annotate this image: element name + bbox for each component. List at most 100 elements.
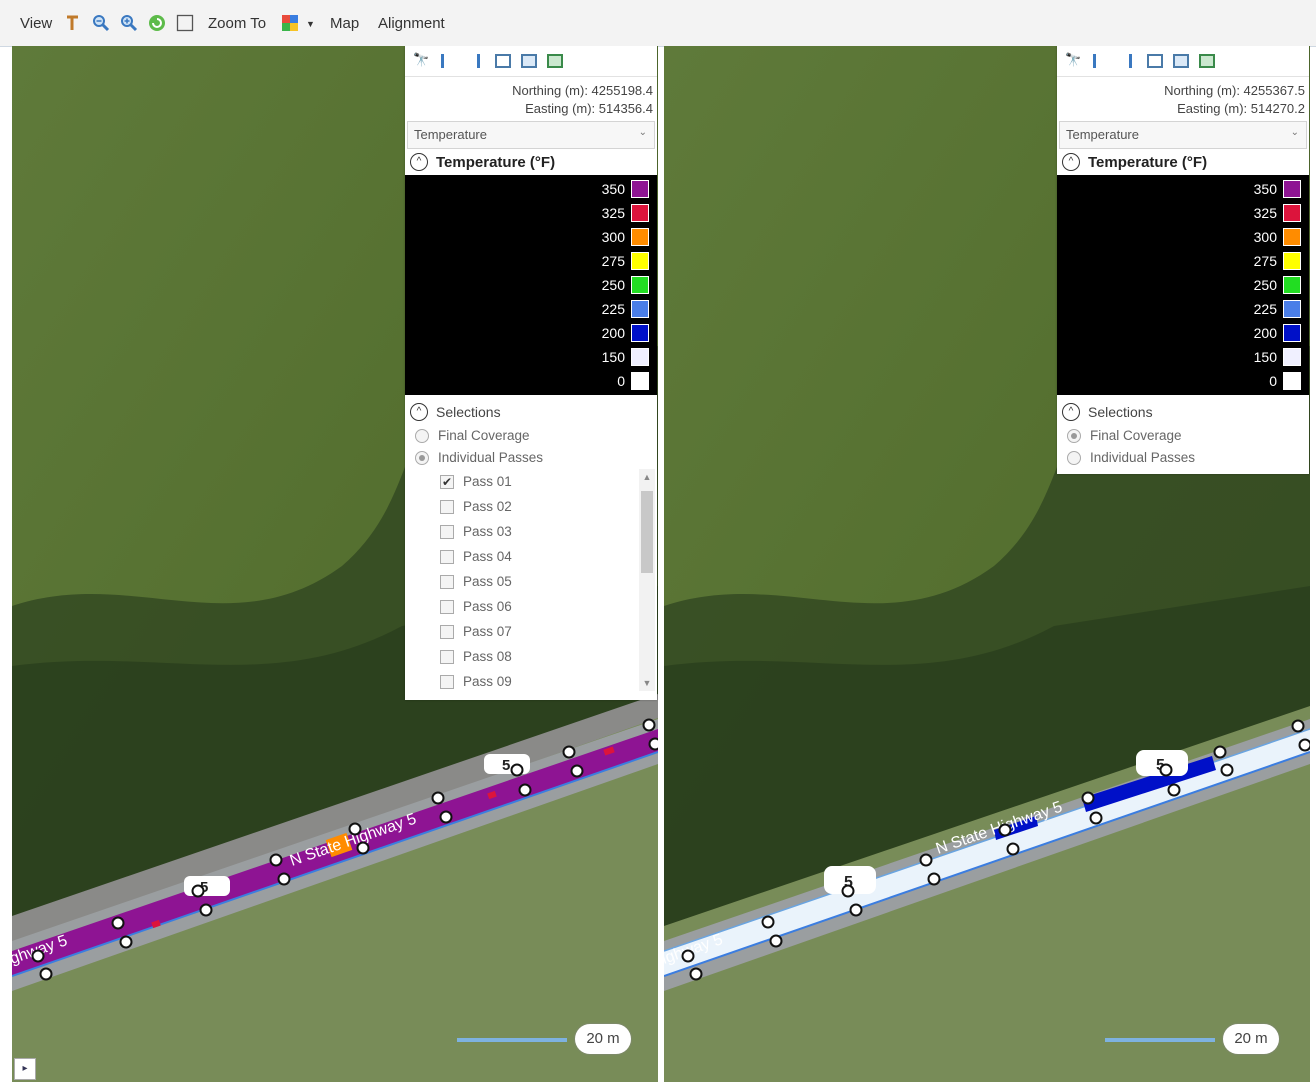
- layer-dropdown[interactable]: Temperature ⌄: [1059, 121, 1307, 149]
- checkbox[interactable]: [440, 575, 454, 589]
- legend-swatch: [631, 252, 649, 270]
- legend-entry: 300: [1185, 227, 1305, 247]
- legend-entry: 300: [533, 227, 653, 247]
- export-icon[interactable]: [1199, 54, 1215, 68]
- collapse-icon[interactable]: ^: [1062, 153, 1080, 171]
- pass-item[interactable]: Pass 03: [438, 521, 618, 546]
- expand-corner-button[interactable]: ▸: [14, 1058, 36, 1080]
- pass-label: Pass 01: [463, 474, 512, 489]
- properties-panel-left: 🔭 Northing (m): 4255198.4 Easting (m): 5…: [405, 46, 657, 700]
- binoculars-icon[interactable]: 🔭: [1065, 52, 1081, 67]
- view-menu[interactable]: View: [20, 15, 52, 32]
- last-record-icon[interactable]: [467, 54, 480, 68]
- selections-header[interactable]: ^ Selections: [405, 399, 657, 425]
- collapse-icon[interactable]: ^: [410, 403, 428, 421]
- checkbox[interactable]: [440, 625, 454, 639]
- layer-dropdown[interactable]: Temperature ⌄: [407, 121, 655, 149]
- pass-item[interactable]: ✔ Pass 01: [438, 471, 618, 496]
- legend-swatch: [631, 324, 649, 342]
- legend-value: 0: [1269, 373, 1277, 389]
- properties-panel-right: 🔭 Northing (m): 4255367.5 Easting (m): 5…: [1057, 46, 1309, 474]
- radio-button[interactable]: [415, 451, 429, 465]
- selections-header[interactable]: ^ Selections: [1057, 399, 1309, 425]
- last-record-icon[interactable]: [1119, 54, 1132, 68]
- legend-value: 275: [601, 253, 625, 269]
- pass-item[interactable]: Pass 07: [438, 621, 618, 646]
- pan-icon[interactable]: [64, 14, 82, 32]
- checkbox[interactable]: [440, 525, 454, 539]
- pass-item[interactable]: Pass 05: [438, 571, 618, 596]
- legend-value: 350: [601, 181, 625, 197]
- dropdown-value: Temperature: [1066, 127, 1139, 142]
- pass-item[interactable]: Pass 08: [438, 646, 618, 671]
- legend-value: 300: [601, 229, 625, 245]
- zoom-in-icon[interactable]: [120, 14, 138, 32]
- pass-item[interactable]: Pass 02: [438, 496, 618, 521]
- copy-icon[interactable]: [1173, 54, 1189, 68]
- legend-value: 150: [1253, 349, 1277, 365]
- legend-entry: 0: [533, 371, 653, 391]
- legend-entry: 325: [533, 203, 653, 223]
- radio-label: Individual Passes: [1090, 450, 1196, 465]
- checkbox[interactable]: [440, 650, 454, 664]
- layers-icon[interactable]: [281, 14, 299, 32]
- pass-label: Pass 09: [463, 674, 512, 689]
- map-pane-left[interactable]: 5 5 N State Highway 5 ghway 5 🔭 Northing: [12, 46, 658, 1082]
- individual-passes-radio[interactable]: Individual Passes: [405, 447, 657, 469]
- extent-icon[interactable]: [1147, 54, 1163, 68]
- legend-swatch: [631, 228, 649, 246]
- legend-header[interactable]: ^ Temperature (°F): [405, 149, 657, 175]
- zoom-out-icon[interactable]: [92, 14, 110, 32]
- refresh-icon[interactable]: [148, 14, 166, 32]
- chevron-down-icon: ⌄: [1290, 127, 1299, 138]
- scale-line: [1105, 1038, 1215, 1042]
- pass-item[interactable]: Pass 06: [438, 596, 618, 621]
- legend-entry: 200: [533, 323, 653, 343]
- pass-item[interactable]: Pass 04: [438, 546, 618, 571]
- dropdown-arrow-icon[interactable]: ▼: [306, 19, 315, 29]
- collapse-icon[interactable]: ^: [1062, 403, 1080, 421]
- legend-title: Temperature (°F): [436, 154, 556, 171]
- copy-icon[interactable]: [521, 54, 537, 68]
- final-coverage-radio[interactable]: Final Coverage: [405, 425, 657, 447]
- map-pane-right[interactable]: 5 5 N State Highway 5 ighway 5 🔭 Northin: [664, 46, 1310, 1082]
- checkbox[interactable]: [440, 550, 454, 564]
- scale-label: 20 m: [575, 1024, 631, 1054]
- northing-value: Northing (m): 4255367.5: [1164, 83, 1305, 98]
- legend-value: 225: [601, 301, 625, 317]
- pass-list-scrollbar[interactable]: ▲ ▼: [639, 469, 655, 691]
- binoculars-icon[interactable]: 🔭: [413, 52, 429, 67]
- checkbox[interactable]: [440, 675, 454, 689]
- alignment-menu[interactable]: Alignment: [378, 15, 445, 32]
- legend-swatch: [631, 348, 649, 366]
- extent-icon[interactable]: [495, 54, 511, 68]
- select-rect-icon[interactable]: [176, 14, 194, 32]
- legend-entry: 150: [533, 347, 653, 367]
- legend-swatch: [1283, 252, 1301, 270]
- checkbox-checked[interactable]: ✔: [440, 475, 454, 489]
- legend-header[interactable]: ^ Temperature (°F): [1057, 149, 1309, 175]
- radio-button[interactable]: [1067, 429, 1081, 443]
- legend-value: 300: [1253, 229, 1277, 245]
- radio-button[interactable]: [1067, 451, 1081, 465]
- export-icon[interactable]: [547, 54, 563, 68]
- legend-value: 325: [601, 205, 625, 221]
- pass-label: Pass 06: [463, 599, 512, 614]
- pass-list[interactable]: ▲ ▼ ✔ Pass 01 Pass 02 Pass 03 Pass 04 Pass 05…: [405, 469, 657, 694]
- collapse-icon[interactable]: ^: [410, 153, 428, 171]
- map-menu[interactable]: Map: [330, 15, 359, 32]
- legend-value: 200: [1253, 325, 1277, 341]
- pass-item[interactable]: Pass 09: [438, 671, 618, 696]
- first-record-icon[interactable]: [441, 54, 454, 68]
- scroll-up-icon[interactable]: ▲: [639, 469, 655, 485]
- scroll-down-icon[interactable]: ▼: [639, 675, 655, 691]
- scroll-thumb[interactable]: [641, 491, 653, 573]
- individual-passes-radio[interactable]: Individual Passes: [1057, 447, 1309, 469]
- zoom-to-menu[interactable]: Zoom To: [208, 15, 266, 32]
- first-record-icon[interactable]: [1093, 54, 1106, 68]
- legend-entry: 250: [1185, 275, 1305, 295]
- final-coverage-radio[interactable]: Final Coverage: [1057, 425, 1309, 447]
- checkbox[interactable]: [440, 500, 454, 514]
- radio-button[interactable]: [415, 429, 429, 443]
- checkbox[interactable]: [440, 600, 454, 614]
